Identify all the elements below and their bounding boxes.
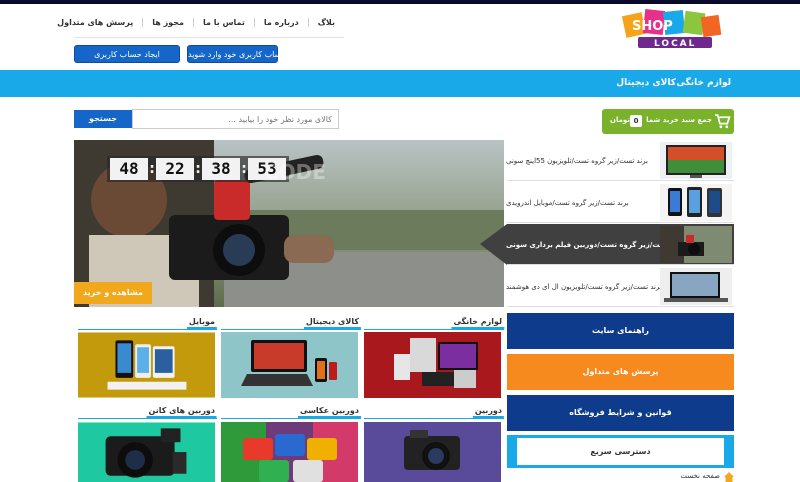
cart-summary-button[interactable]: جمع سبد خرید شما 0 تومان <box>602 109 734 134</box>
slider-thumb-3[interactable]: برند تست/زیر گروه تست/دوربین فیلم برداری… <box>480 224 734 265</box>
slider-thumbnail-list: برند تست/زیر گروه تست/تلویزیون 55اینچ سو… <box>480 140 734 308</box>
site-guide-button[interactable]: راهنمای سایت <box>507 313 734 349</box>
category-title-canon[interactable]: دوربین های کانن <box>146 406 217 418</box>
header-link-faq[interactable]: پرسش های متداول <box>48 18 142 27</box>
category-title-photo-camera[interactable]: دوربین عکاسی <box>297 406 361 418</box>
digital-goods-image[interactable] <box>221 332 358 398</box>
category-title-digital[interactable]: کالای دیجیتال <box>303 317 361 329</box>
category-divider <box>221 329 361 330</box>
camera-thumb-image <box>660 226 732 263</box>
cart-count: 0 <box>630 115 642 127</box>
category-divider <box>221 418 361 419</box>
countdown-separator: : <box>241 161 247 177</box>
category-title-home-appliances[interactable]: لوازم خانگی <box>451 317 504 329</box>
nav-item-digital[interactable]: کالای دیجیتال <box>616 70 676 97</box>
view-and-buy-button[interactable]: مشاهده و خرید <box>74 282 152 304</box>
logo-text-bottom: LOCAL <box>654 39 696 49</box>
category-divider <box>78 329 217 330</box>
slider-thumb-label: برند تست/زیر گروه تست/تلویزیون ال ای دی … <box>506 282 662 291</box>
header-link-blog[interactable]: بلاگ <box>307 17 344 27</box>
slider-thumb-2[interactable]: برند تست/زیر گروه تست/موبایل اندرویدی <box>506 182 734 223</box>
home-icon <box>724 472 734 482</box>
category-divider <box>364 418 504 419</box>
smart-tv-thumb-image <box>660 268 732 305</box>
cart-label: جمع سبد خرید شما <box>646 116 712 124</box>
slider-thumb-label: برند تست/زیر گروه تست/دوربین فیلم برداری… <box>506 240 686 249</box>
login-button[interactable]: به حساب کاربری خود وارد شوید. <box>187 45 298 63</box>
camera-image[interactable] <box>364 422 501 482</box>
shop-local-logo[interactable]: SHOP LOCAL <box>620 8 730 52</box>
logo-text-top: SHOP <box>632 19 673 34</box>
home-link-label: صفحه نخست <box>680 472 720 480</box>
tv-thumb-image <box>660 142 732 179</box>
category-title-camera[interactable]: دوربین <box>472 406 504 418</box>
countdown-separator: : <box>149 161 155 177</box>
search-input[interactable] <box>132 109 339 129</box>
slider-thumb-4[interactable]: برند تست/زیر گروه تست/تلویزیون ال ای دی … <box>506 266 734 307</box>
slider-watermark: CODE <box>264 160 326 184</box>
slider-thumb-1[interactable]: برند تست/زیر گروه تست/تلویزیون 55اینچ سو… <box>506 140 734 181</box>
header-link-contact[interactable]: تماس با ما <box>192 17 254 27</box>
category-divider <box>364 329 504 330</box>
photo-camera-image[interactable] <box>221 422 358 482</box>
shopping-cart-icon <box>715 114 731 129</box>
active-thumb-pointer <box>480 224 507 265</box>
countdown-segment: 38 <box>202 158 240 180</box>
slider-thumb-label: برند تست/زیر گروه تست/موبایل اندرویدی <box>506 198 629 207</box>
header-top-links: بلاگ درباره ما تماس با ما مجوز ها پرسش ه… <box>57 14 344 30</box>
canon-camera-image[interactable] <box>78 422 215 482</box>
countdown-timer: 48 : 22 : 38 : 53 <box>107 156 289 182</box>
mobile-image[interactable] <box>78 332 215 398</box>
countdown-segment: 48 <box>110 158 148 180</box>
quick-access-title: دسترسی سریع <box>517 438 724 465</box>
main-nav-bar: لوازم خانگی کالای دیجیتال <box>0 70 800 97</box>
header-link-licenses[interactable]: مجوز ها <box>142 17 193 27</box>
search-button[interactable]: جستجو <box>74 110 132 128</box>
header-divider <box>74 37 344 38</box>
faq-button[interactable]: پرسش های متداول <box>507 354 734 390</box>
store-rules-button[interactable]: قوانین و شرایط فروشگاه <box>507 395 734 431</box>
hero-slider[interactable]: 48 : 22 : 38 : 53 CODE مشاهده و خرید <box>74 140 504 307</box>
countdown-segment: 22 <box>156 158 194 180</box>
home-appliances-image[interactable] <box>364 332 501 398</box>
register-button[interactable]: ایجاد حساب کاربری <box>74 45 180 63</box>
cart-currency: تومان <box>610 116 630 124</box>
quick-link-home[interactable]: صفحه نخست <box>650 472 734 482</box>
category-title-mobile[interactable]: موبایل <box>186 317 217 329</box>
countdown-separator: : <box>195 161 201 177</box>
category-divider <box>78 418 217 419</box>
phone-thumb-image <box>660 184 732 221</box>
slider-thumb-label: برند تست/زیر گروه تست/تلویزیون 55اینچ سو… <box>506 156 648 165</box>
quick-access-panel: دسترسی سریع <box>507 435 734 468</box>
header-link-about[interactable]: درباره ما <box>253 17 308 27</box>
nav-item-home-appliances[interactable]: لوازم خانگی <box>676 70 731 97</box>
